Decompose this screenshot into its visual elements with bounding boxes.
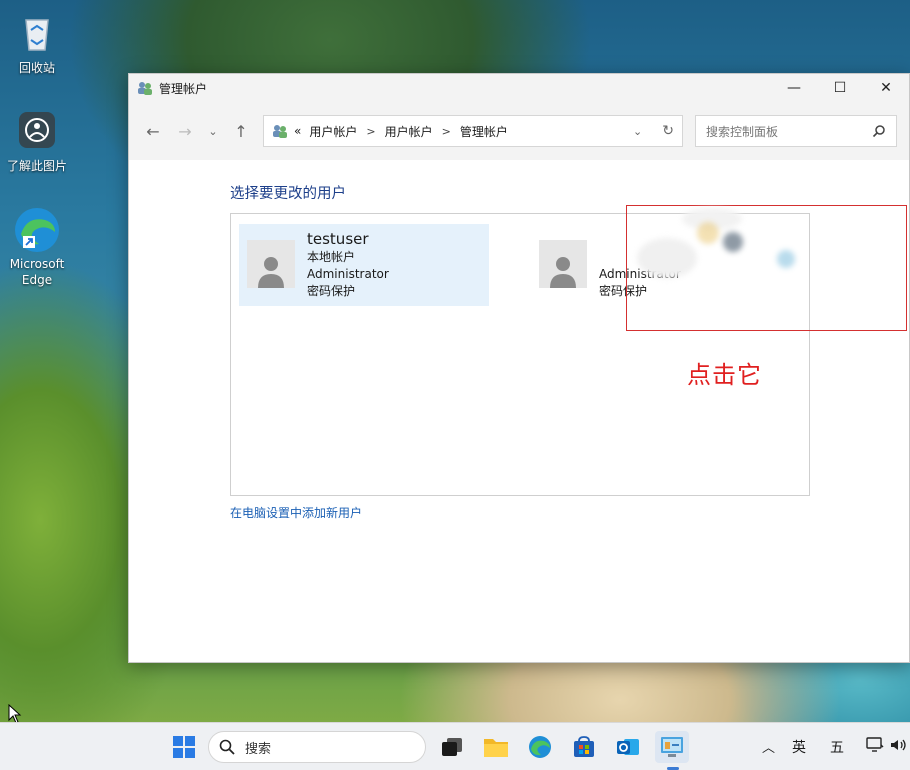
ime-language-indicator[interactable]: 英: [792, 737, 806, 757]
network-icon: [866, 737, 884, 752]
window-title: 管理帐户: [159, 81, 208, 96]
control-panel-taskbar-button[interactable]: [655, 731, 689, 763]
manage-accounts-window: 管理帐户 — ☐ ✕ ← → ⌄ ↑ « 用户帐户 > 用户帐户 > 管理帐户 …: [128, 73, 910, 663]
taskbar-search-label: 搜索: [245, 741, 272, 757]
recent-locations-button[interactable]: ⌄: [201, 115, 225, 147]
desktop-icon-label: Microsoft Edge: [9, 257, 65, 287]
arrow-right-icon: →: [178, 121, 192, 141]
arrow-up-icon: ↑: [234, 121, 248, 141]
desktop-icon-recycle-bin[interactable]: 回收站: [1, 12, 73, 76]
info-camera-icon: [19, 112, 55, 148]
file-explorer-button[interactable]: [480, 731, 512, 763]
annotation-highlight-box: [626, 205, 907, 331]
taskbar-search[interactable]: 搜索: [208, 731, 426, 763]
search-control-panel-input[interactable]: 搜索控制面板: [695, 115, 897, 147]
ime-mode-indicator[interactable]: 五: [830, 737, 844, 757]
forward-button[interactable]: →: [169, 115, 201, 147]
control-panel-icon: [661, 737, 683, 757]
address-bar: ← → ⌄ ↑ « 用户帐户 > 用户帐户 > 管理帐户 ⌄ ↻ 搜索控制面板: [129, 102, 909, 160]
back-button[interactable]: ←: [137, 115, 169, 147]
edge-icon: [529, 736, 551, 758]
up-button[interactable]: ↑: [225, 115, 257, 147]
breadcrumb-item[interactable]: 管理帐户: [460, 123, 508, 140]
volume-button[interactable]: [890, 737, 908, 757]
avatar: [539, 240, 587, 288]
close-button[interactable]: ✕: [863, 74, 909, 102]
folder-icon: [484, 739, 508, 757]
users-icon: [138, 82, 152, 95]
refresh-icon[interactable]: ↻: [662, 123, 674, 139]
user-card-testuser[interactable]: testuser 本地帐户 Administrator 密码保护: [239, 224, 489, 306]
desktop-icon-learn-picture[interactable]: 了解此图片: [1, 110, 73, 174]
search-placeholder: 搜索控制面板: [706, 124, 779, 139]
user-role: Administrator: [307, 267, 389, 281]
network-button[interactable]: [866, 737, 884, 757]
store-button[interactable]: [568, 731, 600, 763]
address-box[interactable]: « 用户帐户 > 用户帐户 > 管理帐户 ⌄ ↻: [263, 115, 683, 147]
annotation-text: 点击它: [687, 361, 762, 389]
outlook-button[interactable]: [612, 731, 644, 763]
arrow-left-icon: ←: [146, 121, 160, 141]
search-icon[interactable]: [872, 124, 886, 138]
add-new-user-link[interactable]: 在电脑设置中添加新用户: [230, 504, 362, 521]
chevron-right-icon: >: [366, 124, 376, 138]
desktop-icon-label: 了解此图片: [6, 159, 67, 173]
user-type: 本地帐户: [307, 250, 356, 264]
edge-taskbar-button[interactable]: [524, 731, 556, 763]
page-heading: 选择要更改的用户: [230, 186, 346, 202]
search-icon: [219, 739, 235, 755]
recycle-bin-icon: [25, 19, 49, 51]
user-silhouette-icon: [550, 257, 576, 288]
taskbar: 搜索 ︿ 英 五: [0, 722, 910, 770]
show-hidden-icons-button[interactable]: ︿: [762, 737, 775, 756]
store-icon: [574, 736, 594, 757]
windows-logo-icon: [173, 736, 195, 758]
user-name: testuser: [307, 230, 369, 248]
users-icon: [273, 125, 287, 138]
breadcrumb-overflow[interactable]: «: [294, 124, 301, 138]
avatar: [247, 240, 295, 288]
minimize-button[interactable]: —: [771, 74, 817, 102]
task-view-button[interactable]: [436, 731, 468, 763]
content-area: 选择要更改的用户 testuser 本地帐户 Administrator 密码保…: [129, 160, 909, 662]
user-silhouette-icon: [258, 257, 284, 288]
desktop-icon-label: 回收站: [18, 61, 55, 75]
maximize-button[interactable]: ☐: [817, 74, 863, 102]
task-view-icon: [442, 738, 462, 756]
mouse-cursor-icon: [8, 704, 22, 724]
chevron-up-icon: ︿: [762, 741, 776, 756]
chevron-down-icon: ⌄: [208, 124, 218, 138]
desktop-icon-edge[interactable]: Microsoft Edge: [1, 206, 73, 288]
breadcrumb-item[interactable]: 用户帐户: [385, 123, 433, 140]
outlook-icon: [617, 739, 639, 755]
address-dropdown-icon[interactable]: ⌄: [633, 125, 642, 138]
title-bar: 管理帐户 — ☐ ✕: [129, 74, 909, 102]
speaker-icon: [891, 739, 906, 751]
start-button[interactable]: [168, 731, 200, 763]
chevron-right-icon: >: [441, 124, 451, 138]
breadcrumb-item[interactable]: 用户帐户: [309, 123, 357, 140]
user-status: 密码保护: [307, 284, 356, 298]
edge-icon: [15, 208, 59, 252]
